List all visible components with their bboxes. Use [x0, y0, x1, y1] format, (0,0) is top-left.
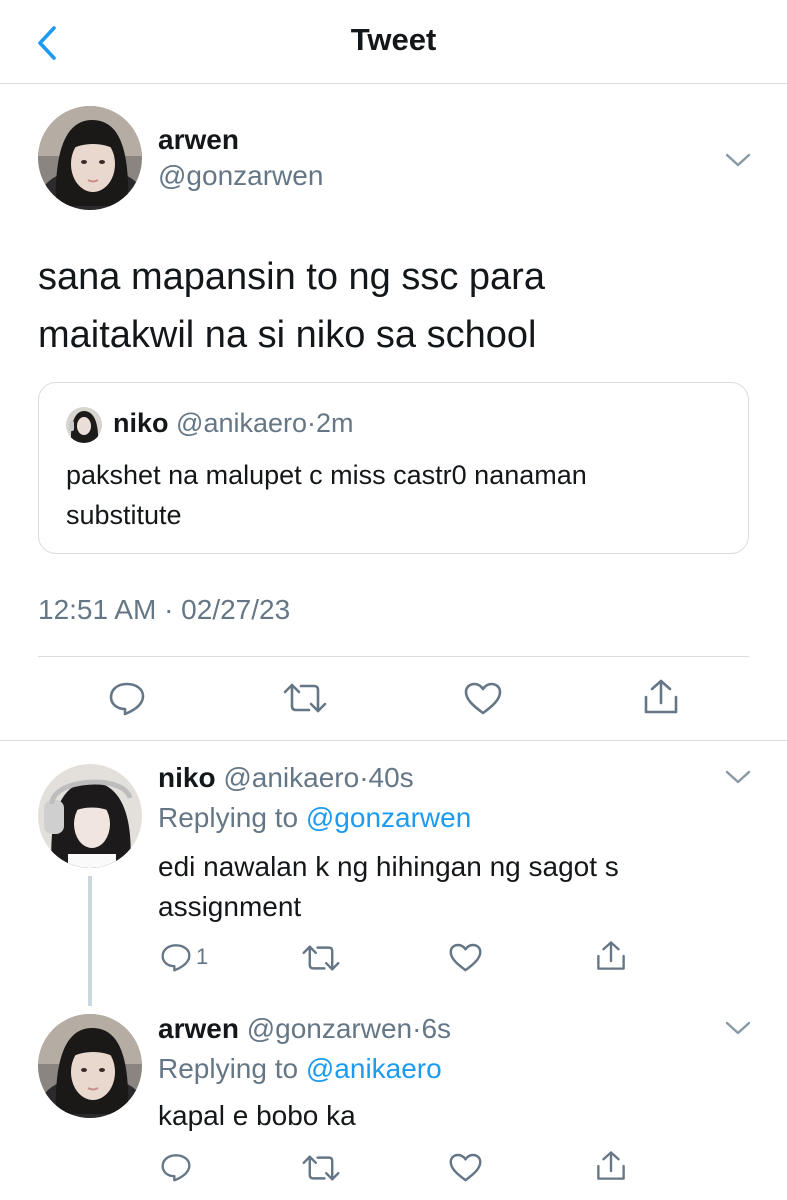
author-avatar[interactable]	[38, 106, 142, 210]
reply-author-avatar[interactable]	[38, 1014, 142, 1118]
share-button[interactable]	[595, 940, 627, 972]
author-name[interactable]: arwen	[158, 124, 239, 156]
replying-to-link[interactable]: @anikaero	[306, 1053, 442, 1084]
reply-icon	[161, 944, 191, 972]
reply-author-avatar[interactable]	[38, 764, 142, 868]
chevron-down-icon	[725, 770, 751, 784]
reply-options-button[interactable]	[723, 1018, 753, 1038]
reply-text-line: kapal e bobo ka	[158, 1100, 356, 1131]
share-icon	[597, 1151, 625, 1180]
share-button[interactable]	[595, 1150, 627, 1182]
replying-to-link[interactable]: @gonzarwen	[306, 802, 471, 833]
retweet-button[interactable]	[302, 1154, 340, 1182]
replying-to-label: Replying to	[158, 802, 299, 833]
divider	[0, 740, 787, 741]
reply-button[interactable]	[160, 1152, 192, 1182]
author-handle[interactable]: @gonzarwen	[158, 160, 323, 192]
share-button[interactable]	[642, 678, 680, 716]
tweet-timestamp: 12:51 AM · 02/27/23	[38, 594, 291, 625]
reply-icon	[161, 1154, 191, 1182]
like-button[interactable]	[464, 682, 502, 716]
reply-author-name[interactable]: niko	[158, 762, 216, 793]
reply-header: arwen @gonzarwen·6s	[158, 1013, 451, 1045]
page-title: Tweet	[350, 22, 437, 57]
tweet-text-line: maitakwil na si niko sa school	[38, 314, 537, 356]
like-icon	[449, 943, 482, 972]
top-bar: Tweet	[0, 0, 787, 84]
retweet-icon	[302, 945, 340, 971]
tweet-text-line: sana mapansin to ng ssc para	[38, 256, 545, 298]
like-button[interactable]	[449, 943, 482, 973]
reply-text-line: edi nawalan k ng hihingan ng sagot s	[158, 851, 619, 882]
reply-time: 6s	[421, 1013, 452, 1044]
tweet-text: sana mapansin to ng ssc para maitakwil n…	[38, 248, 738, 364]
reply-text: edi nawalan k ng hihingan ng sagot s ass…	[158, 847, 718, 927]
quoted-author-name: niko	[113, 408, 169, 438]
meta-separator: ·	[307, 408, 317, 438]
replying-to: Replying to @anikaero	[158, 1053, 442, 1085]
share-icon	[597, 941, 625, 970]
retweet-button[interactable]	[302, 944, 340, 972]
chevron-down-icon	[725, 153, 751, 167]
quoted-tweet[interactable]: niko @anikaero·2m pakshet na malupet c m…	[38, 382, 749, 554]
divider	[38, 656, 749, 657]
share-icon	[644, 679, 678, 714]
quoted-tweet-text: pakshet na malupet c miss castr0 nanaman…	[66, 455, 726, 535]
reply-icon	[109, 682, 145, 716]
quoted-author-handle: @anikaero	[176, 408, 308, 438]
quoted-text-line: substitute	[66, 500, 182, 530]
like-icon	[449, 1153, 482, 1182]
reply-author-name[interactable]: arwen	[158, 1013, 239, 1044]
retweet-button[interactable]	[283, 682, 327, 714]
reply-text-line: assignment	[158, 891, 302, 922]
quoted-text-line: pakshet na malupet c miss castr0 nanaman	[66, 460, 587, 490]
quoted-tweet-header: niko @anikaero·2m	[113, 408, 354, 439]
thread-line	[88, 876, 92, 1006]
like-icon	[464, 682, 502, 715]
reply-count: 1	[196, 944, 209, 969]
replying-to: Replying to @gonzarwen	[158, 802, 471, 834]
reply-time: 40s	[368, 762, 414, 793]
reply-button[interactable]: 1	[160, 942, 208, 972]
meta-separator: ·	[359, 762, 369, 793]
quoted-author-avatar	[66, 407, 102, 443]
reply-author-handle[interactable]: @anikaero	[223, 762, 359, 793]
replying-to-label: Replying to	[158, 1053, 299, 1084]
quoted-time: 2m	[316, 408, 354, 438]
retweet-icon	[302, 1155, 340, 1181]
retweet-icon	[283, 683, 327, 713]
tweet-options-button[interactable]	[723, 150, 753, 170]
reply-button[interactable]	[108, 680, 146, 716]
reply-header: niko @anikaero·40s	[158, 762, 414, 794]
reply-options-button[interactable]	[723, 767, 753, 787]
like-button[interactable]	[449, 1153, 482, 1183]
chevron-down-icon	[725, 1021, 751, 1035]
reply-author-handle[interactable]: @gonzarwen	[247, 1013, 412, 1044]
reply-text: kapal e bobo ka	[158, 1096, 718, 1136]
